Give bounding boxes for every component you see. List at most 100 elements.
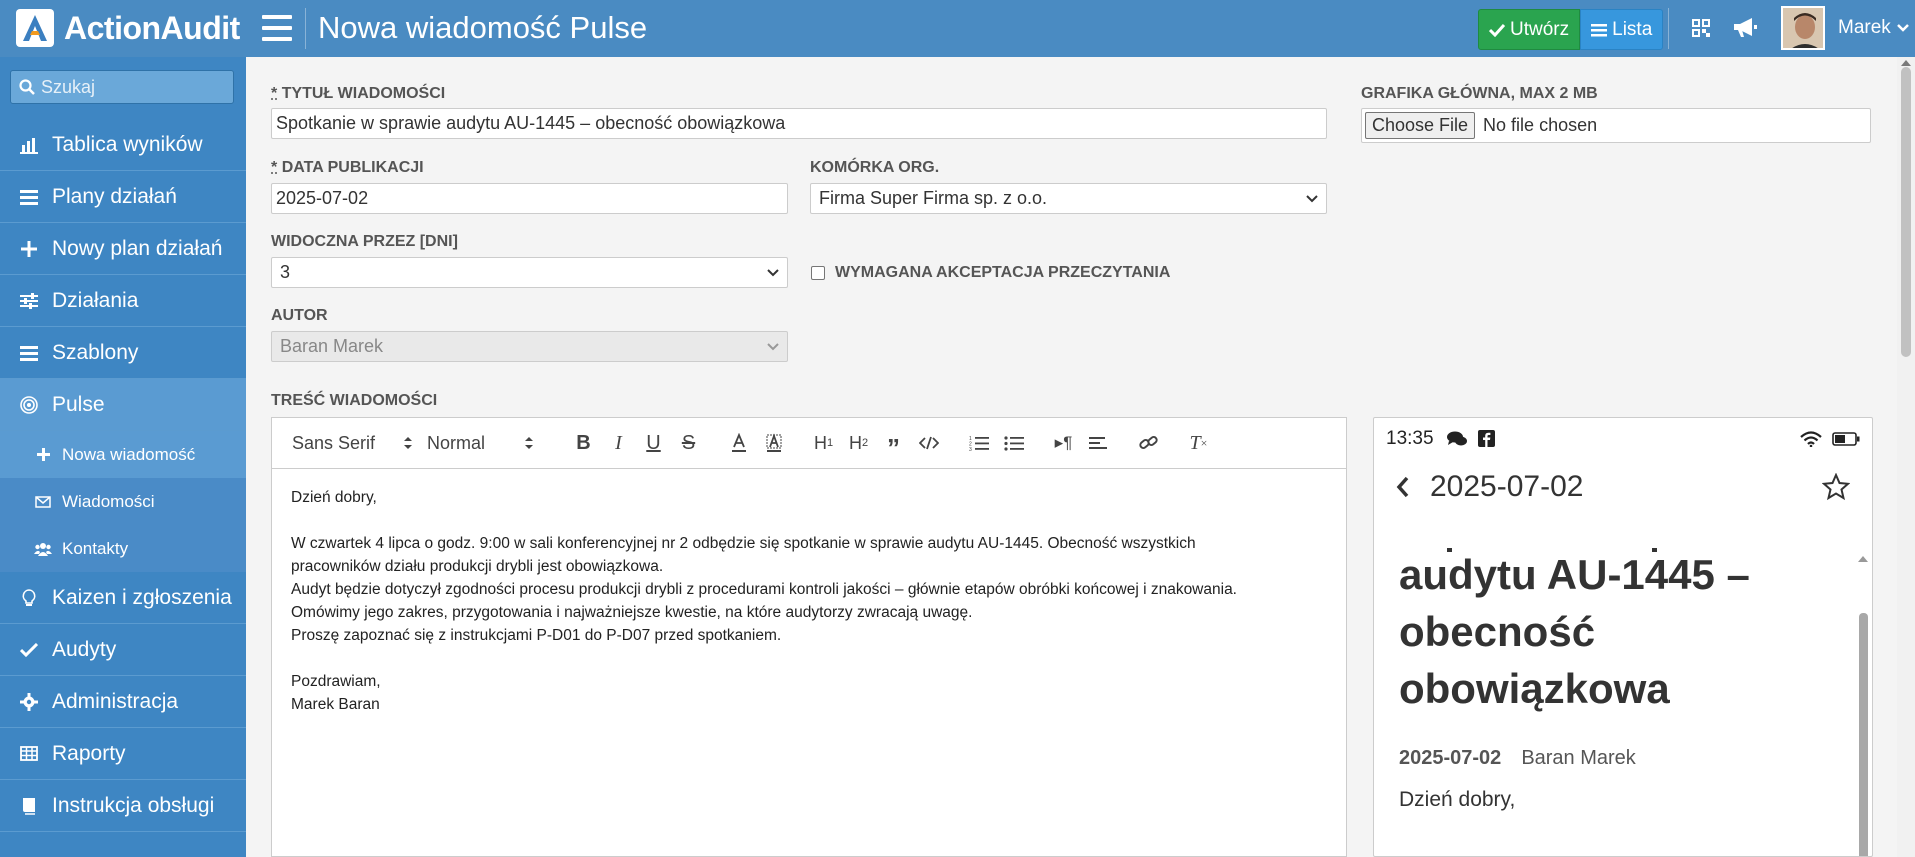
- sidebar-item-label: Plany działań: [52, 184, 177, 208]
- create-button-label: Utwórz: [1510, 18, 1570, 40]
- choose-file-button[interactable]: Choose File: [1365, 112, 1476, 139]
- date-input[interactable]: 2025-07-02: [271, 183, 788, 214]
- read-ack-checkbox[interactable]: [811, 266, 825, 280]
- star-icon[interactable]: [1822, 472, 1850, 501]
- sidebar-item-label: Pulse: [52, 392, 105, 416]
- brand-logo-icon: [16, 9, 54, 47]
- brand[interactable]: ActionAudit: [16, 8, 240, 48]
- editor-content[interactable]: Dzień dobry, W czwartek 4 lipca o godz. …: [272, 469, 1346, 733]
- org-unit-label: Komórka org.: [810, 159, 940, 176]
- book-icon: [18, 797, 40, 815]
- mobile-preview: 13:35 2025-07-02 audytu AU-1445 – obecno…: [1373, 417, 1873, 857]
- battery-icon: [1832, 431, 1860, 446]
- content-label: Treść wiadomości: [271, 392, 438, 409]
- sidebar-item-label: Instrukcja obsługi: [52, 793, 215, 817]
- text-direction-icon[interactable]: ▸¶: [1046, 428, 1081, 458]
- sidebar-item-dashboard[interactable]: Tablica wyników: [0, 119, 246, 171]
- code-block-icon[interactable]: [911, 428, 946, 458]
- preview-title-line: obecność: [1399, 608, 1596, 655]
- editor-line: Dzień dobry,: [291, 489, 377, 506]
- ordered-list-icon[interactable]: 123: [961, 428, 996, 458]
- editor-line: W czwartek 4 lipca o godz. 9:00 w sali k…: [291, 535, 1196, 552]
- divider: [1668, 8, 1669, 49]
- list-icon: [18, 345, 40, 361]
- sidebar-subitem-messages[interactable]: Wiadomości: [0, 478, 246, 525]
- sidebar-item-actions[interactable]: Działania: [0, 275, 246, 327]
- bullet-list-icon[interactable]: [996, 428, 1031, 458]
- top-bar: ActionAudit Nowa wiadomość Pulse Utwórz …: [0, 0, 1915, 57]
- page-scrollbar[interactable]: [1897, 57, 1915, 857]
- sidebar-item-templates[interactable]: Szablony: [0, 327, 246, 379]
- search-input[interactable]: [41, 76, 221, 98]
- sidebar-subitem-label: Nowa wiadomość: [62, 444, 196, 464]
- pulse-icon: [18, 395, 40, 414]
- visible-days-select[interactable]: 3: [271, 257, 788, 288]
- page-title: Nowa wiadomość Pulse: [318, 10, 648, 45]
- chevron-down-icon: [1896, 24, 1909, 32]
- text-color-icon[interactable]: [721, 428, 756, 458]
- italic-icon[interactable]: I: [601, 428, 636, 458]
- preview-meta-author: Baran Marek: [1521, 747, 1636, 769]
- clear-format-icon[interactable]: T ×: [1181, 428, 1216, 458]
- user-menu[interactable]: Marek: [1838, 17, 1909, 39]
- sidebar-item-pulse[interactable]: Pulse: [0, 379, 246, 431]
- image-file-input[interactable]: Choose File No file chosen: [1361, 108, 1871, 143]
- heading1-icon[interactable]: H1: [806, 428, 841, 458]
- sidebar-item-kaizen[interactable]: Kaizen i zgłoszenia: [0, 572, 246, 624]
- updown-icon: [525, 437, 533, 449]
- page-scroll-thumb[interactable]: [1901, 67, 1911, 357]
- preview-date: 2025-07-02: [1430, 469, 1584, 503]
- font-size-value: Normal: [427, 432, 486, 453]
- align-icon[interactable]: [1081, 428, 1116, 458]
- check-icon: [1489, 23, 1505, 37]
- action-button-group: Utwórz Lista: [1478, 9, 1664, 50]
- link-icon[interactable]: [1131, 428, 1166, 458]
- qrcode-icon[interactable]: [1692, 19, 1710, 42]
- strikethrough-icon[interactable]: S: [671, 428, 706, 458]
- back-arrow-icon[interactable]: [1396, 476, 1410, 498]
- sidebar-subitem-label: Kontakty: [62, 538, 129, 558]
- background-color-icon[interactable]: [756, 428, 791, 458]
- sidebar-item-action-plans[interactable]: Plany działań: [0, 171, 246, 223]
- sidebar-nav: Tablica wyników Plany działań Nowy plan …: [0, 119, 246, 832]
- sidebar-item-reports[interactable]: Raporty: [0, 728, 246, 780]
- preview-scroll-thumb[interactable]: [1859, 613, 1868, 856]
- sidebar-item-audits[interactable]: Audyty: [0, 624, 246, 676]
- sidebar-subitem-contacts[interactable]: Kontakty: [0, 525, 246, 572]
- svg-text:3: 3: [969, 447, 972, 451]
- sidebar-item-new-action-plan[interactable]: Nowy plan działań: [0, 223, 246, 275]
- sidebar-item-administration[interactable]: Administracja: [0, 676, 246, 728]
- bold-icon[interactable]: B: [566, 428, 601, 458]
- scroll-up-arrow-icon[interactable]: [1856, 553, 1870, 565]
- blockquote-icon[interactable]: ”: [876, 428, 911, 461]
- preview-meta-date: 2025-07-02: [1399, 747, 1502, 769]
- visible-days-value: 3: [280, 262, 291, 282]
- sidebar-submenu-pulse: Nowa wiadomość Wiadomości Kontakty: [0, 431, 246, 572]
- font-family-select[interactable]: Sans Serif: [292, 433, 412, 454]
- author-select: Baran Marek: [271, 331, 788, 362]
- megaphone-icon[interactable]: [1732, 16, 1758, 43]
- font-size-select[interactable]: Normal: [427, 433, 533, 454]
- read-ack-checkbox-row[interactable]: Wymagana akceptacja przeczytania: [811, 264, 1170, 282]
- org-unit-select[interactable]: Firma Super Firma sp. z o.o.: [810, 183, 1327, 214]
- author-value: Baran Marek: [280, 336, 384, 356]
- create-button[interactable]: Utwórz: [1478, 9, 1581, 50]
- chevron-down-icon: [767, 268, 779, 276]
- brand-name: ActionAudit: [64, 9, 240, 46]
- editor-line: [291, 647, 1327, 670]
- list-button[interactable]: Lista: [1580, 9, 1664, 50]
- sidebar-subitem-new-message[interactable]: Nowa wiadomość: [0, 431, 246, 478]
- underline-icon[interactable]: U: [636, 428, 671, 458]
- title-input[interactable]: Spotkanie w sprawie audytu AU-1445 – obe…: [271, 108, 1327, 139]
- date-label: * Data publikacji: [271, 159, 424, 176]
- hamburger-icon[interactable]: [262, 15, 292, 41]
- editor-line: [291, 509, 1327, 532]
- avatar[interactable]: [1781, 6, 1825, 50]
- font-family-value: Sans Serif: [292, 432, 376, 453]
- sidebar-item-manual[interactable]: Instrukcja obsługi: [0, 780, 246, 832]
- editor-line: Marek Baran: [291, 696, 380, 713]
- gear-icon: [18, 692, 40, 711]
- preview-scrollbar[interactable]: [1856, 553, 1870, 856]
- preview-meta: 2025-07-02 Baran Marek: [1399, 747, 1856, 770]
- heading2-icon[interactable]: H2: [841, 428, 876, 458]
